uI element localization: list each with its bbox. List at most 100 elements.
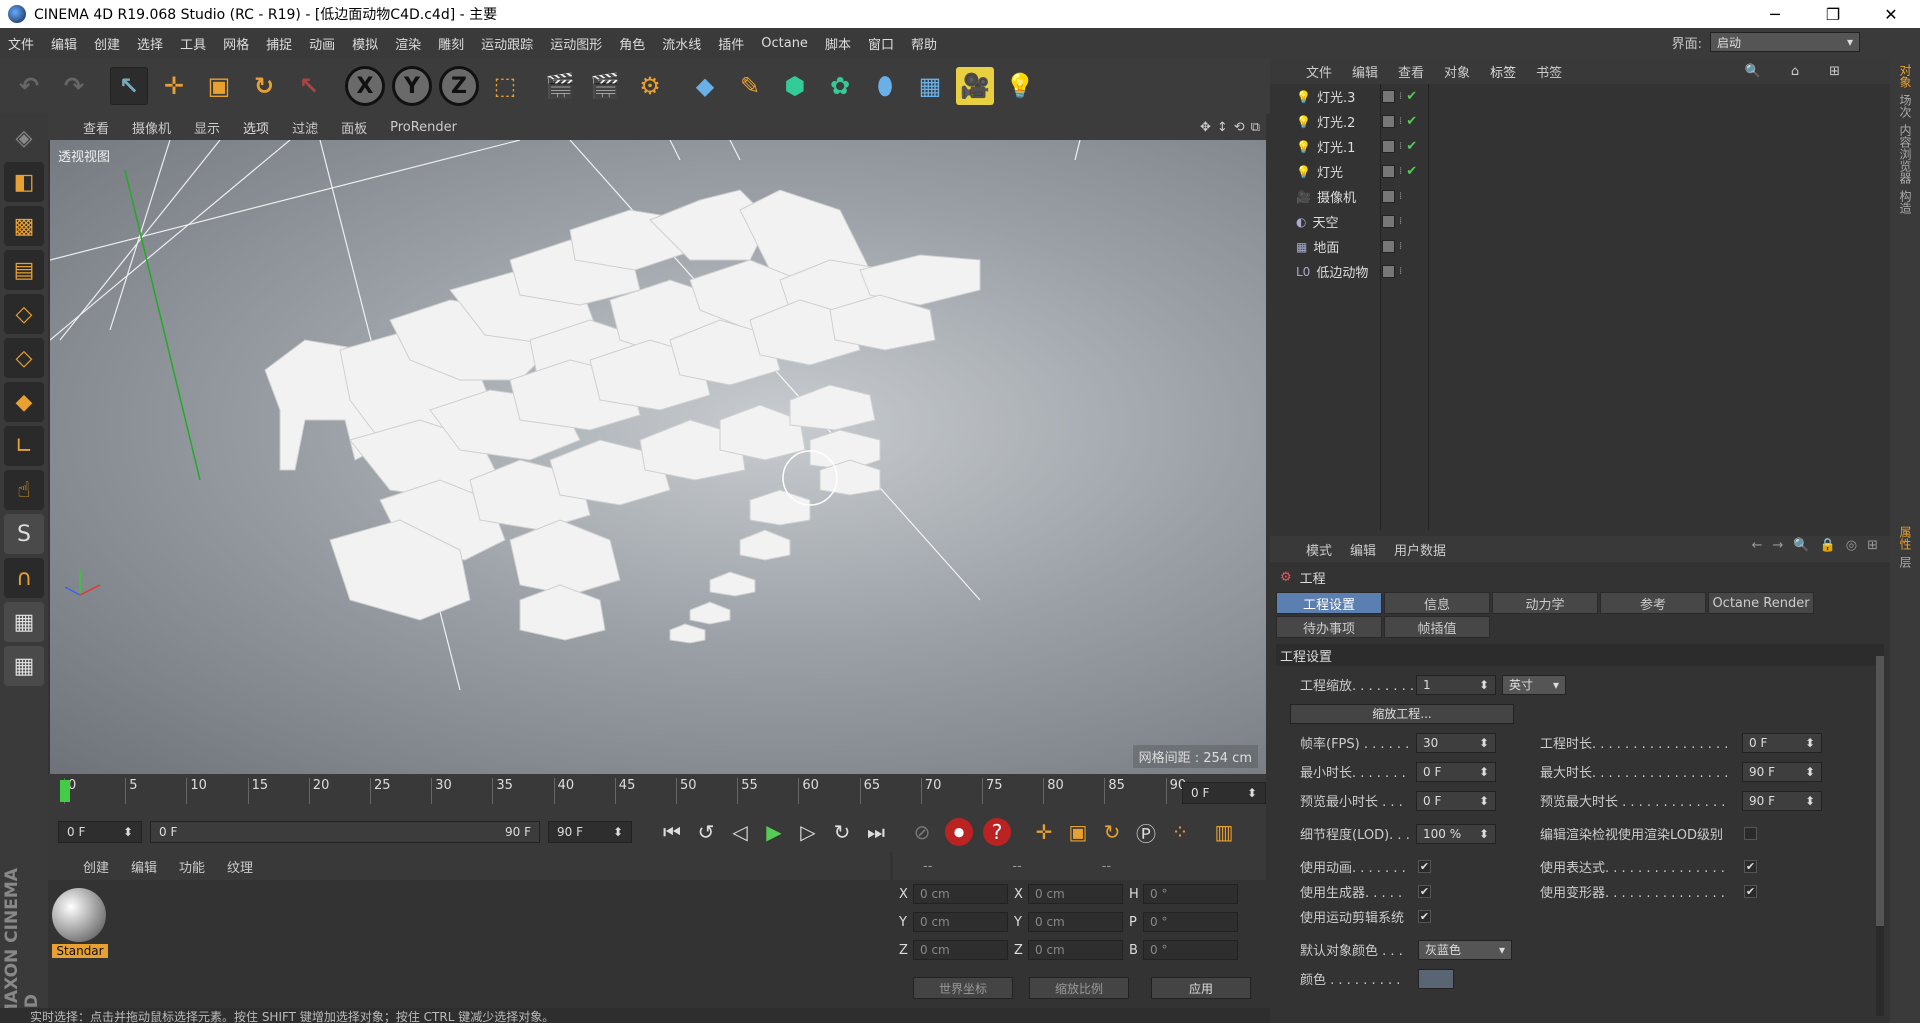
menu-tools[interactable]: 工具 [180,34,206,53]
objmgr-menu-objects[interactable]: 对象 [1444,62,1470,81]
menu-render[interactable]: 渲染 [395,34,421,53]
menu-motion-tracking[interactable]: 运动跟踪 [481,34,533,53]
timeline-icon[interactable]: ▥ [1208,816,1240,848]
points-mode-icon[interactable]: ◇ [4,294,44,334]
color-swatch[interactable] [1418,968,1454,989]
subdivision-icon[interactable]: ⬢ [776,67,814,105]
min-time-field[interactable]: 0 F ⬍ [1416,761,1496,782]
attr-menu-mode[interactable]: 模式 [1306,540,1332,559]
visibility-dots-icon[interactable]: ⁞ [1399,241,1402,252]
menu-edit[interactable]: 编辑 [51,34,77,53]
minimize-button[interactable]: ─ [1746,5,1804,24]
layer-checkbox[interactable] [1382,90,1395,103]
tab-dynamics[interactable]: 动力学 [1492,592,1598,614]
layer-checkbox[interactable] [1382,165,1395,178]
layer-checkbox[interactable] [1382,215,1395,228]
target-icon[interactable]: ◎ [1846,538,1857,553]
scale-unit-dropdown[interactable]: 英寸 ▾ [1502,674,1566,695]
home-icon[interactable]: ⌂ [1791,64,1799,79]
attr-menu-userdata[interactable]: 用户数据 [1394,540,1446,559]
menu-help[interactable]: 帮助 [911,34,937,53]
zoom-icon[interactable]: ↕ [1217,120,1228,135]
objmgr-menu-edit[interactable]: 编辑 [1352,62,1378,81]
pen-icon[interactable]: ✎ [731,67,769,105]
back-arrow-icon[interactable]: ← [1752,538,1763,553]
menu-character[interactable]: 角色 [619,34,645,53]
axis-mode-icon[interactable]: ∟ [4,426,44,466]
menu-octane[interactable]: Octane [761,36,808,51]
use-expressions-checkbox[interactable]: ✔ [1744,860,1757,873]
go-to-start-icon[interactable]: ⏮ [656,816,688,848]
use-animation-checkbox[interactable]: ✔ [1418,860,1431,873]
menu-sculpt[interactable]: 雕刻 [438,34,464,53]
menu-pipeline[interactable]: 流水线 [662,34,701,53]
preview-min-field[interactable]: 0 F ⬍ [1416,790,1496,811]
render-picture-viewer-icon[interactable]: 🎬 [586,67,624,105]
menu-create[interactable]: 创建 [94,34,120,53]
camera-icon[interactable]: 🎥 [956,67,994,105]
layer-checkbox[interactable] [1382,140,1395,153]
planar-workplane-icon[interactable]: ▦ [4,646,44,686]
key-parameter-icon[interactable]: Ⓟ [1130,816,1162,848]
viewport-menu-display[interactable]: 显示 [194,118,220,137]
lod-field[interactable]: 100 % ⬍ [1416,823,1496,844]
object-row[interactable]: ◐ 天空 ⁞ [1270,209,1890,234]
key-pla-icon[interactable]: ⁘ [1164,816,1196,848]
workplane-lock-icon[interactable]: ▦ [4,602,44,642]
redo-icon[interactable]: ↷ [55,67,93,105]
solo-icon[interactable]: S [4,514,44,554]
x-axis-lock-button[interactable]: X [345,66,385,106]
key-position-icon[interactable]: ✛ [1028,816,1060,848]
side-tab-structure[interactable]: 构造 [1897,190,1914,214]
scrollbar-thumb[interactable] [1876,656,1884,926]
material-item[interactable]: Standar [52,888,108,962]
preview-range-slider[interactable]: 0 F 90 F [150,821,540,843]
visibility-dots-icon[interactable]: ⁞ [1399,266,1402,277]
visibility-dots-icon[interactable]: ⁞ [1399,166,1402,177]
object-row[interactable]: 💡 灯光.3 ⁞ ✔ [1270,84,1890,109]
menu-animate[interactable]: 动画 [309,34,335,53]
side-tab-objects[interactable]: 对象 [1897,64,1914,88]
viewport-menu-view[interactable]: 查看 [83,118,109,137]
objmgr-menu-view[interactable]: 查看 [1398,62,1424,81]
model-mode-icon[interactable]: ◧ [4,162,44,202]
fps-field[interactable]: 30 ⬍ [1416,732,1496,753]
previous-key-icon[interactable]: ↺ [690,816,722,848]
close-button[interactable]: ✕ [1862,5,1920,24]
size-x-field[interactable]: 0 cm [1028,884,1123,904]
attr-menu-edit[interactable]: 编辑 [1350,540,1376,559]
tab-octane-render[interactable]: Octane Render [1708,592,1814,614]
world-coords-dropdown[interactable]: 世界坐标 [913,977,1013,999]
use-motion-system-checkbox[interactable]: ✔ [1418,910,1431,923]
layer-checkbox[interactable] [1382,190,1395,203]
objmgr-menu-tags[interactable]: 标签 [1490,62,1516,81]
make-editable-icon[interactable]: ◈ [4,118,44,158]
scale-dropdown[interactable]: 缩放比例 [1029,977,1129,999]
preview-max-field[interactable]: 90 F ⬍ [1742,790,1822,811]
visibility-dots-icon[interactable]: ⁞ [1399,191,1402,202]
expand-icon[interactable]: ⊞ [1867,538,1878,553]
rotate-icon[interactable]: ↻ [245,67,283,105]
default-color-dropdown[interactable]: 灰蓝色 ▾ [1418,939,1512,960]
rotation-b-field[interactable]: 0 ° [1143,940,1238,960]
attribute-scrollbar[interactable] [1876,656,1884,1016]
render-settings-icon[interactable]: ⚙ [631,67,669,105]
side-tab-content-browser[interactable]: 内容浏览器 [1897,124,1914,184]
material-menu-texture[interactable]: 纹理 [227,857,253,876]
enabled-check-icon[interactable]: ✔ [1406,114,1417,129]
light-icon[interactable]: 💡 [1001,67,1039,105]
edges-mode-icon[interactable]: ◇ [4,338,44,378]
position-y-field[interactable]: 0 cm [913,912,1008,932]
lock-icon[interactable]: 🔒 [1820,538,1836,553]
material-menu-create[interactable]: 创建 [83,857,109,876]
snap-icon[interactable]: ∩ [4,558,44,598]
menu-select[interactable]: 选择 [137,34,163,53]
object-row[interactable]: 🎥 摄像机 ⁞ [1270,184,1890,209]
layer-checkbox[interactable] [1382,240,1395,253]
key-rotation-icon[interactable]: ↻ [1096,816,1128,848]
tab-reference[interactable]: 参考 [1600,592,1706,614]
deformer-icon[interactable]: ⬮ [866,67,904,105]
render-view-icon[interactable]: 🎬 [541,67,579,105]
scale-icon[interactable]: ▣ [200,67,238,105]
menu-window[interactable]: 窗口 [868,34,894,53]
